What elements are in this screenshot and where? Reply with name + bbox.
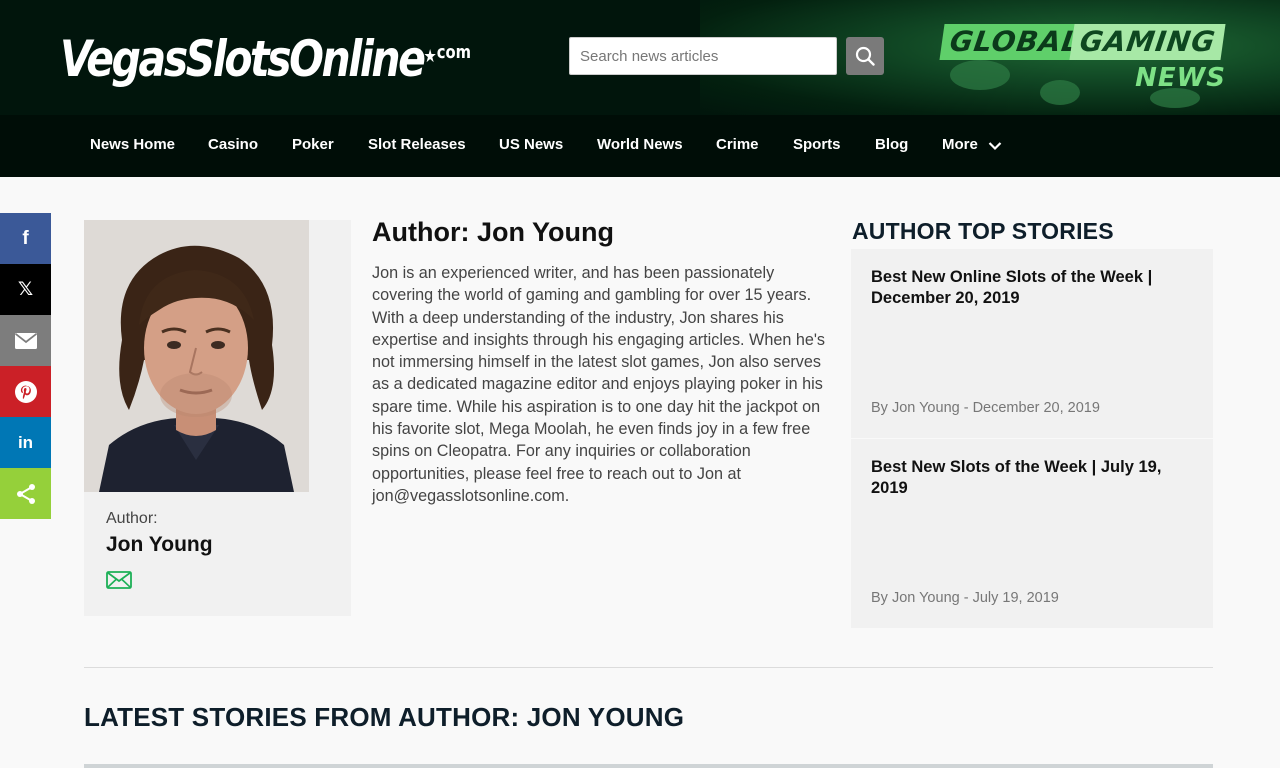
- brand-global: GLOBAL: [939, 24, 1092, 60]
- logo-suffix: com: [436, 42, 472, 63]
- top-stories-heading: AUTHOR TOP STORIES: [852, 218, 1114, 244]
- story-title[interactable]: Best New Online Slots of the Week | Dece…: [871, 267, 1191, 309]
- nav-sports[interactable]: Sports: [793, 115, 841, 177]
- share-more-button[interactable]: [0, 468, 51, 519]
- facebook-icon: f: [22, 227, 29, 249]
- nav-more[interactable]: More: [942, 115, 1002, 177]
- top-story-card[interactable]: Best New Slots of the Week | July 19, 20…: [851, 439, 1213, 628]
- envelope-icon: [14, 332, 37, 349]
- share-x-button[interactable]: 𝕏: [0, 264, 51, 315]
- nav-blog[interactable]: Blog: [875, 115, 908, 177]
- nav-slot-releases[interactable]: Slot Releases: [368, 115, 466, 177]
- pinterest-icon: [14, 380, 37, 403]
- share-icon: [16, 483, 35, 504]
- x-icon: 𝕏: [17, 279, 34, 300]
- search-input[interactable]: [569, 37, 837, 75]
- brand-news: NEWS: [1135, 63, 1226, 93]
- story-meta: By Jon Young - July 19, 2019: [871, 590, 1059, 606]
- nav-world-news[interactable]: World News: [597, 115, 683, 177]
- story-title[interactable]: Best New Slots of the Week | July 19, 20…: [871, 457, 1191, 499]
- top-story-card[interactable]: Best New Online Slots of the Week | Dece…: [851, 249, 1213, 438]
- envelope-outline-icon: [106, 571, 132, 589]
- latest-stories-thumbnails[interactable]: [84, 764, 1213, 768]
- nav-casino[interactable]: Casino: [208, 115, 258, 177]
- nav-news-home[interactable]: News Home: [90, 115, 175, 177]
- global-gaming-news-logo[interactable]: GLOBAL GAMING NEWS: [936, 20, 1226, 100]
- logo-text: VegasSlotsOnline: [60, 30, 426, 88]
- chevron-down-icon: [988, 142, 1002, 151]
- author-card-name: Jon Young: [106, 533, 213, 556]
- latest-stories-heading: LATEST STORIES FROM AUTHOR: JON YOUNG: [84, 702, 685, 732]
- share-pinterest-button[interactable]: [0, 366, 51, 417]
- author-photo: [84, 220, 309, 492]
- share-linkedin-button[interactable]: in: [0, 417, 51, 468]
- linkedin-icon: in: [17, 432, 34, 452]
- author-page-title: Author: Jon Young: [372, 217, 614, 247]
- share-facebook-button[interactable]: f: [0, 213, 51, 264]
- search-icon: [855, 46, 875, 66]
- site-logo[interactable]: VegasSlotsOnline★com: [60, 18, 471, 94]
- story-meta: By Jon Young - December 20, 2019: [871, 400, 1100, 416]
- section-divider: [84, 667, 1213, 668]
- share-bar: f 𝕏 in: [0, 213, 51, 519]
- logo-star-icon: ★: [423, 46, 437, 67]
- nav-more-label: More: [942, 136, 978, 153]
- nav-crime[interactable]: Crime: [716, 115, 759, 177]
- nav-poker[interactable]: Poker: [292, 115, 334, 177]
- author-card-label: Author:: [106, 510, 158, 527]
- share-email-button[interactable]: [0, 315, 51, 366]
- main-nav: News Home Casino Poker Slot Releases US …: [0, 115, 1280, 177]
- author-email-link[interactable]: [106, 571, 132, 594]
- author-card: Author: Jon Young: [84, 220, 351, 616]
- search-button[interactable]: [846, 37, 884, 75]
- author-portrait-image: [84, 220, 309, 492]
- nav-us-news[interactable]: US News: [499, 115, 563, 177]
- author-bio: Jon is an experienced writer, and has be…: [372, 264, 826, 505]
- brand-gaming: GAMING: [1069, 24, 1226, 60]
- site-header: VegasSlotsOnline★com GLOBAL GAMING NEWS …: [0, 0, 1280, 177]
